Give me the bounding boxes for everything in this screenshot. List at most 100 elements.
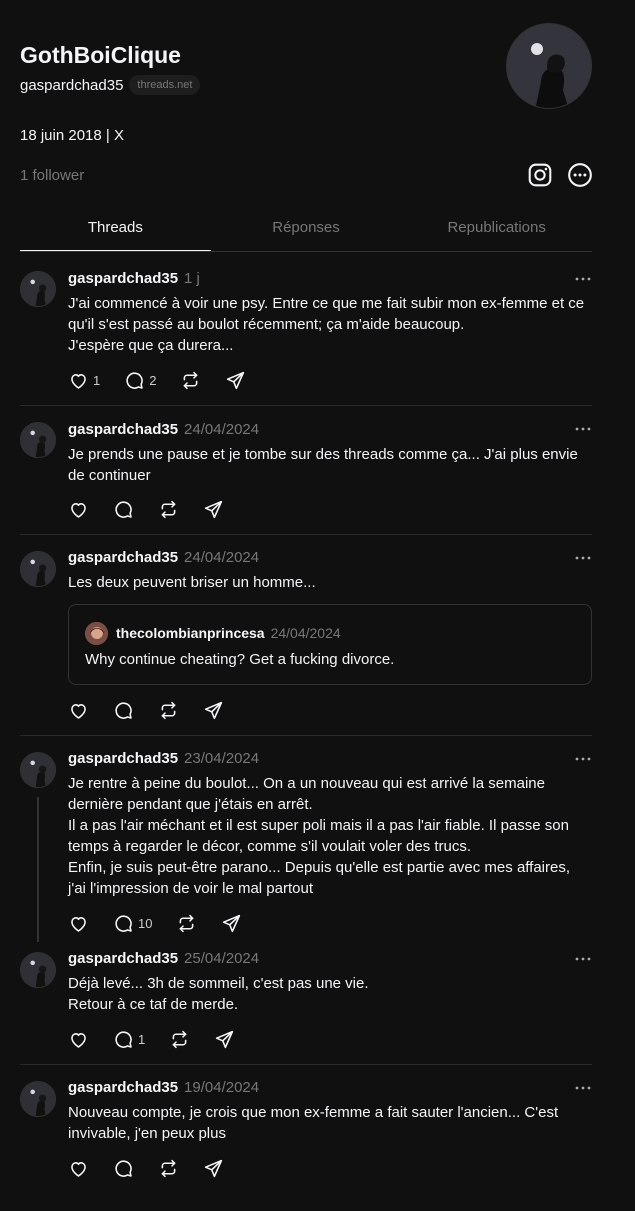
post-text: Déjà levé... 3h de sommeil, c'est pas un… <box>68 975 369 1013</box>
repost-icon <box>158 700 179 721</box>
post-avatar[interactable] <box>20 271 56 307</box>
comment-icon <box>113 1158 134 1179</box>
reply-button[interactable] <box>113 498 134 520</box>
post-text: Nouveau compte, je crois que mon ex-femm… <box>68 1104 559 1142</box>
like-button[interactable] <box>68 699 89 721</box>
share-button[interactable] <box>203 1157 224 1179</box>
profile-handle: gaspardchad35 <box>20 76 124 94</box>
repost-button[interactable] <box>158 498 179 520</box>
domain-badge[interactable]: threads.net <box>129 75 201 95</box>
post-avatar[interactable] <box>20 952 56 988</box>
quoted-avatar <box>85 622 108 645</box>
thread-connector <box>37 797 39 942</box>
post-author[interactable]: gaspardchad35 <box>68 1079 178 1096</box>
like-button[interactable]: 1 <box>68 369 100 391</box>
post-divider <box>20 534 592 535</box>
share-button[interactable] <box>203 498 224 520</box>
share-button[interactable] <box>221 912 242 934</box>
post-time[interactable]: 23/04/2024 <box>184 750 259 767</box>
post-avatar[interactable] <box>20 752 56 788</box>
heart-icon <box>68 1158 89 1179</box>
repost-button[interactable] <box>180 369 201 391</box>
reply-button[interactable] <box>113 1157 134 1179</box>
repost-button[interactable] <box>169 1028 190 1050</box>
post-actions: 10 <box>68 912 266 934</box>
post-header: gaspardchad35 1 j <box>68 270 200 287</box>
tab-reposts[interactable]: Republications <box>401 207 592 251</box>
heart-icon <box>68 499 89 520</box>
followers-link[interactable]: 1 follower <box>20 167 84 184</box>
post-text: Je prends une pause et je tombe sur des … <box>68 446 578 484</box>
post-avatar[interactable] <box>20 1081 56 1117</box>
like-count: 1 <box>93 372 101 388</box>
heart-icon <box>68 1029 89 1050</box>
post-time[interactable]: 24/04/2024 <box>184 421 259 438</box>
post-author[interactable]: gaspardchad35 <box>68 950 178 967</box>
profile-tabs: Threads Réponses Republications <box>20 207 592 252</box>
more-dots-icon[interactable] <box>574 275 592 283</box>
repost-icon <box>158 1158 179 1179</box>
post-divider <box>20 405 592 406</box>
repost-button[interactable] <box>158 1157 179 1179</box>
more-dots-icon[interactable] <box>574 554 592 562</box>
reply-button[interactable]: 10 <box>113 912 152 934</box>
quoted-text: Why continue cheating? Get a fucking div… <box>85 651 395 668</box>
reply-button[interactable]: 1 <box>113 1028 145 1050</box>
more-dots-icon[interactable] <box>574 1084 592 1092</box>
share-button[interactable] <box>214 1028 235 1050</box>
quoted-time: 24/04/2024 <box>270 625 341 641</box>
post-divider <box>20 1064 592 1065</box>
post-avatar[interactable] <box>20 422 56 458</box>
reply-count: 2 <box>149 372 157 388</box>
share-button[interactable] <box>225 369 246 391</box>
comment-icon <box>113 913 134 934</box>
post-actions <box>68 498 248 520</box>
instagram-icon[interactable] <box>527 162 553 188</box>
post-header: gaspardchad35 19/04/2024 <box>68 1079 259 1096</box>
repost-button[interactable] <box>158 699 179 721</box>
reply-button[interactable] <box>113 699 134 721</box>
post-header: gaspardchad35 25/04/2024 <box>68 950 259 967</box>
share-icon <box>221 913 242 934</box>
reply-count: 1 <box>138 1031 146 1047</box>
comment-icon <box>113 499 134 520</box>
post-author[interactable]: gaspardchad35 <box>68 421 178 438</box>
post-time[interactable]: 19/04/2024 <box>184 1079 259 1096</box>
profile-avatar[interactable] <box>506 23 592 109</box>
repost-icon <box>176 913 197 934</box>
post-author[interactable]: gaspardchad35 <box>68 549 178 566</box>
post-header: gaspardchad35 24/04/2024 <box>68 549 259 566</box>
more-dots-icon[interactable] <box>574 755 592 763</box>
repost-icon <box>158 499 179 520</box>
post-time[interactable]: 1 j <box>184 270 200 287</box>
like-button[interactable] <box>68 912 89 934</box>
post-time[interactable]: 24/04/2024 <box>184 549 259 566</box>
post-author[interactable]: gaspardchad35 <box>68 270 178 287</box>
profile-name: GothBoiClique <box>20 42 181 68</box>
repost-icon <box>180 370 201 391</box>
like-button[interactable] <box>68 1157 89 1179</box>
post-actions <box>68 699 248 721</box>
more-dots-icon[interactable] <box>574 955 592 963</box>
more-circle-icon[interactable] <box>567 162 593 188</box>
tab-replies[interactable]: Réponses <box>211 207 402 251</box>
more-dots-icon[interactable] <box>574 425 592 433</box>
post-avatar[interactable] <box>20 551 56 587</box>
like-button[interactable] <box>68 498 89 520</box>
heart-icon <box>68 370 89 391</box>
post-author[interactable]: gaspardchad35 <box>68 750 178 767</box>
quoted-author: thecolombianprincesa <box>116 625 265 641</box>
repost-button[interactable] <box>176 912 197 934</box>
comment-icon <box>113 1029 134 1050</box>
reply-button[interactable]: 2 <box>124 369 156 391</box>
post-text: Je rentre à peine du boulot... On a un n… <box>68 775 571 897</box>
quoted-post[interactable]: thecolombianprincesa 24/04/2024 Why conti… <box>68 604 592 685</box>
share-icon <box>203 700 224 721</box>
profile-bio: 18 juin 2018 | X <box>20 127 124 144</box>
share-button[interactable] <box>203 699 224 721</box>
profile-handle-row: gaspardchad35 threads.net <box>20 75 201 95</box>
tab-threads[interactable]: Threads <box>20 207 211 251</box>
like-button[interactable] <box>68 1028 89 1050</box>
reply-count: 10 <box>138 915 153 931</box>
post-time[interactable]: 25/04/2024 <box>184 950 259 967</box>
